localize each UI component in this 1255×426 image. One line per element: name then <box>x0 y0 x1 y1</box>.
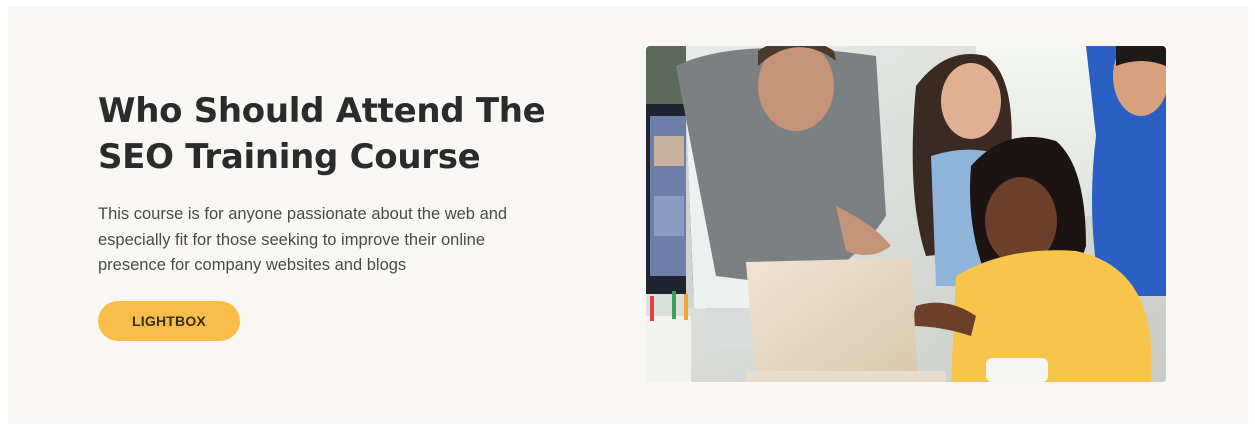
attend-section: Who Should Attend The SEO Training Cours… <box>8 6 1248 424</box>
text-column: Who Should Attend The SEO Training Cours… <box>98 88 568 341</box>
section-description: This course is for anyone passionate abo… <box>98 205 508 274</box>
lightbox-button[interactable]: LIGHTBOX <box>98 300 240 341</box>
team-photo-illustration <box>646 46 1166 382</box>
section-title: Who Should Attend The SEO Training Cours… <box>98 91 546 177</box>
team-photo <box>646 46 1166 382</box>
